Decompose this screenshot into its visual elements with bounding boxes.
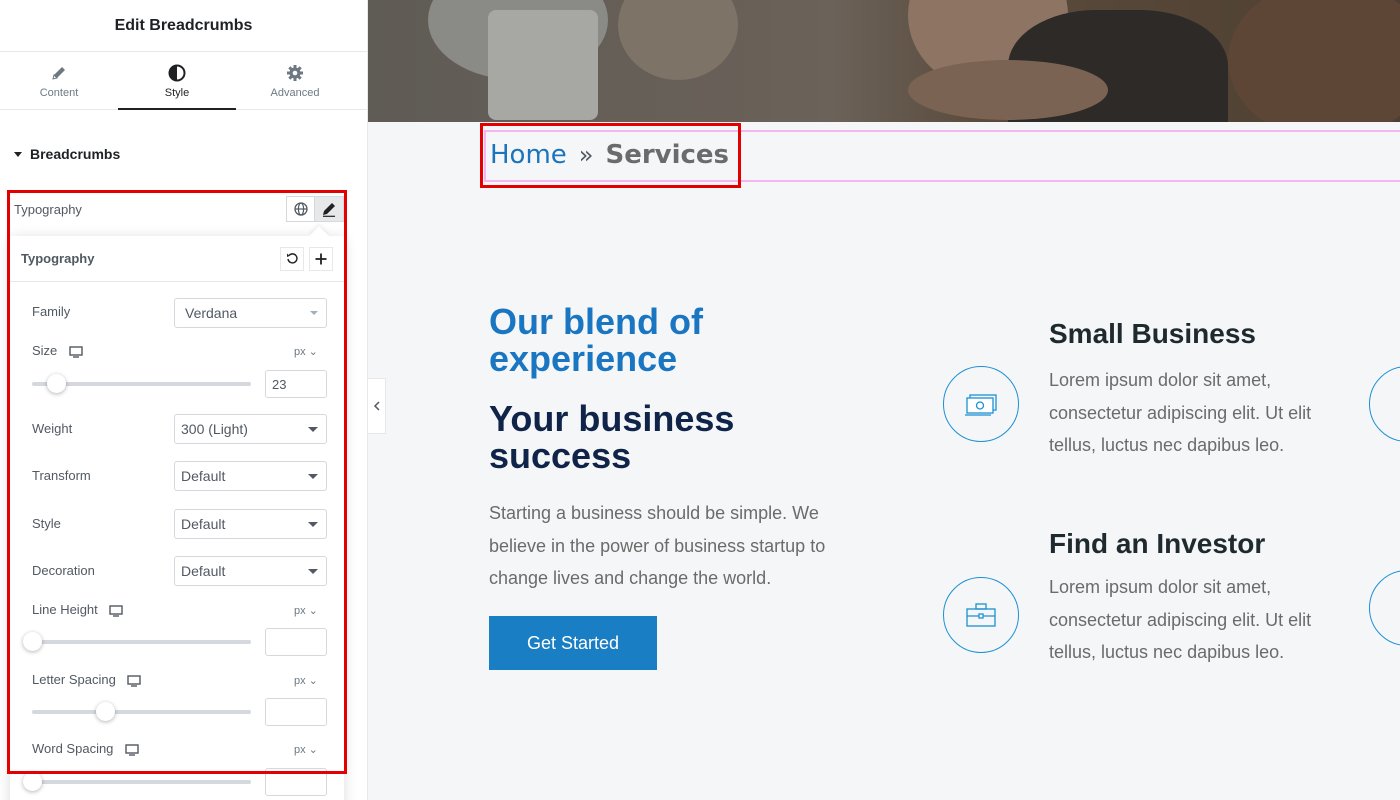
reset-button[interactable] bbox=[280, 246, 304, 271]
typography-popover: Typography Family Verdana Size px ⌄ 23 W… bbox=[10, 226, 344, 800]
size-slider[interactable] bbox=[32, 374, 251, 393]
tab-style[interactable]: Style bbox=[118, 52, 236, 110]
chevron-left-icon bbox=[373, 401, 380, 411]
breadcrumb: Home » Services bbox=[490, 140, 729, 170]
collapse-panel-button[interactable] bbox=[368, 378, 386, 434]
letter-spacing-label: Letter Spacing bbox=[32, 672, 116, 687]
hero-image bbox=[368, 0, 1400, 122]
family-label: Family bbox=[32, 304, 71, 319]
dropdown-arrow-icon bbox=[308, 569, 318, 574]
feature-icon-circle-partial bbox=[1369, 570, 1400, 646]
feature-icon-circle bbox=[943, 366, 1019, 442]
dropdown-arrow-icon bbox=[308, 427, 318, 432]
word-spacing-slider-handle[interactable] bbox=[23, 772, 42, 791]
desktop-icon[interactable] bbox=[127, 674, 142, 687]
briefcase-icon bbox=[966, 603, 996, 627]
family-value: Verdana bbox=[185, 305, 238, 321]
letter-spacing-unit-select[interactable]: px ⌄ bbox=[294, 674, 318, 687]
tab-advanced-label: Advanced bbox=[270, 86, 320, 99]
style-label: Style bbox=[32, 516, 61, 531]
line-height-input[interactable] bbox=[265, 628, 327, 656]
popover-header: Typography bbox=[10, 236, 344, 282]
tab-advanced[interactable]: Advanced bbox=[236, 52, 354, 109]
desktop-icon[interactable] bbox=[69, 345, 83, 358]
breadcrumb-home-link[interactable]: Home bbox=[490, 140, 567, 170]
pencil-icon bbox=[323, 203, 335, 217]
line-height-slider[interactable] bbox=[23, 632, 251, 651]
desktop-icon[interactable] bbox=[109, 604, 124, 617]
section-toggle-breadcrumbs[interactable]: Breadcrumbs bbox=[14, 146, 120, 162]
edit-typography-button[interactable] bbox=[315, 196, 344, 222]
feature-title-find-investor: Find an Investor bbox=[1049, 528, 1266, 559]
heading-success: Your business success bbox=[489, 398, 735, 476]
gear-icon bbox=[286, 63, 304, 83]
line-height-unit-select[interactable]: px ⌄ bbox=[294, 604, 318, 617]
typography-label: Typography bbox=[14, 201, 82, 217]
size-input[interactable]: 23 bbox=[265, 370, 327, 398]
dropdown-arrow-icon bbox=[310, 311, 318, 315]
desktop-icon[interactable] bbox=[125, 743, 139, 756]
line-height-label-group: Line Height bbox=[32, 602, 124, 617]
line-height-slider-handle[interactable] bbox=[23, 632, 42, 651]
money-icon bbox=[965, 394, 997, 416]
letter-spacing-input[interactable] bbox=[265, 698, 327, 726]
heading-blend: Our blend of experience bbox=[489, 301, 703, 379]
get-started-button[interactable]: Get Started bbox=[489, 616, 657, 670]
add-button[interactable] bbox=[309, 246, 333, 271]
typography-control: Typography bbox=[14, 196, 344, 222]
size-label-group: Size bbox=[32, 343, 83, 358]
decoration-label: Decoration bbox=[32, 563, 95, 578]
size-label: Size bbox=[32, 343, 58, 358]
tab-content-label: Content bbox=[39, 86, 79, 99]
section-title: Breadcrumbs bbox=[30, 146, 121, 162]
feature-text-small-business: Lorem ipsum dolor sit amet, consectetur … bbox=[1049, 370, 1312, 455]
line-height-label: Line Height bbox=[32, 602, 98, 617]
word-spacing-label: Word Spacing bbox=[32, 741, 114, 756]
feature-icon-circle bbox=[943, 577, 1019, 653]
decoration-value: Default bbox=[181, 563, 226, 579]
popover-title: Typography bbox=[21, 251, 95, 266]
decoration-select[interactable]: Default bbox=[174, 556, 327, 586]
intro-text: Starting a business should be simple. We… bbox=[489, 503, 826, 588]
tab-style-label: Style bbox=[164, 86, 190, 99]
breadcrumb-current: Services bbox=[605, 140, 730, 170]
feature-icon-circle-partial bbox=[1369, 366, 1400, 442]
letter-spacing-slider[interactable] bbox=[32, 702, 251, 721]
dropdown-arrow-icon bbox=[308, 522, 318, 527]
plus-icon bbox=[315, 253, 327, 264]
feature-title-small-business: Small Business bbox=[1049, 318, 1256, 349]
globe-button[interactable] bbox=[286, 196, 315, 222]
panel-title: Edit Breadcrumbs bbox=[0, 0, 367, 52]
reset-icon bbox=[286, 253, 298, 264]
size-unit-select[interactable]: px ⌄ bbox=[294, 345, 318, 358]
half-circle-icon bbox=[168, 63, 186, 83]
feature-text-find-investor: Lorem ipsum dolor sit amet, consectetur … bbox=[1049, 577, 1312, 662]
pencil-icon bbox=[51, 63, 67, 83]
caret-down-icon bbox=[14, 151, 22, 157]
style-select[interactable]: Default bbox=[174, 509, 327, 539]
editor-panel: Edit Breadcrumbs Content Style Advanced … bbox=[0, 0, 368, 800]
word-spacing-unit-select[interactable]: px ⌄ bbox=[294, 743, 318, 756]
style-value: Default bbox=[181, 516, 226, 532]
weight-label: Weight bbox=[32, 421, 73, 436]
transform-value: Default bbox=[181, 468, 226, 484]
word-spacing-input[interactable] bbox=[265, 768, 327, 796]
letter-spacing-label-group: Letter Spacing bbox=[32, 672, 142, 687]
panel-tabs: Content Style Advanced bbox=[0, 52, 367, 110]
tab-content[interactable]: Content bbox=[0, 52, 118, 109]
letter-spacing-slider-handle[interactable] bbox=[96, 702, 115, 721]
family-select[interactable]: Verdana bbox=[174, 298, 327, 328]
size-slider-handle[interactable] bbox=[47, 374, 66, 393]
weight-select[interactable]: 300 (Light) bbox=[174, 414, 327, 444]
transform-select[interactable]: Default bbox=[174, 461, 327, 491]
transform-label: Transform bbox=[32, 468, 91, 483]
word-spacing-slider[interactable] bbox=[23, 772, 251, 791]
weight-value: 300 (Light) bbox=[181, 421, 248, 437]
word-spacing-label-group: Word Spacing bbox=[32, 741, 139, 756]
globe-icon bbox=[293, 202, 308, 216]
breadcrumb-separator: » bbox=[578, 141, 594, 169]
dropdown-arrow-icon bbox=[308, 474, 318, 479]
